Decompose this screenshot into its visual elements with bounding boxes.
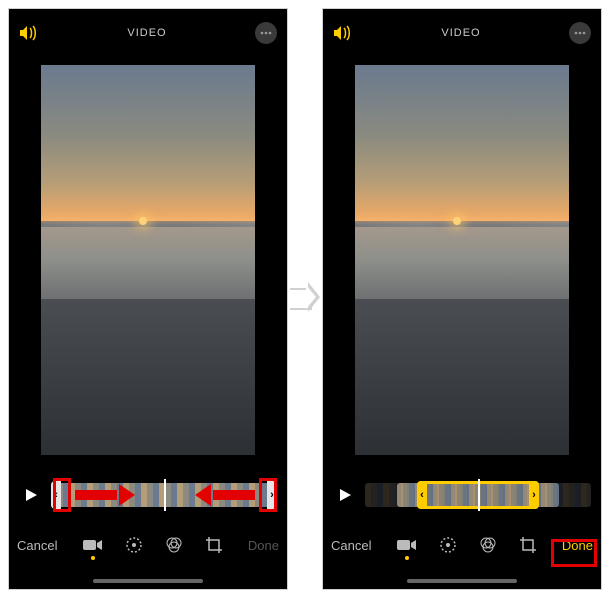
bottom-toolbar: Cancel Done — [9, 527, 287, 563]
annotation-left-handle-box — [53, 478, 71, 512]
filters-icon[interactable] — [165, 536, 183, 554]
more-icon[interactable] — [569, 22, 591, 44]
play-button[interactable] — [19, 483, 43, 507]
playhead[interactable] — [478, 479, 480, 511]
crop-icon[interactable] — [205, 536, 223, 554]
playhead[interactable] — [164, 479, 166, 511]
video-icon[interactable] — [397, 538, 417, 552]
video-preview[interactable] — [355, 65, 569, 455]
play-button[interactable] — [333, 483, 357, 507]
cancel-button[interactable]: Cancel — [331, 538, 371, 553]
adjust-icon[interactable] — [439, 536, 457, 554]
more-icon[interactable] — [255, 22, 277, 44]
adjust-icon[interactable] — [125, 536, 143, 554]
video-icon[interactable] — [83, 538, 103, 552]
editor-screenshot-step1: VIDEO ‹ › Cancel — [8, 8, 288, 590]
crop-icon[interactable] — [519, 536, 537, 554]
top-bar: VIDEO — [9, 9, 287, 57]
volume-icon[interactable] — [19, 25, 39, 41]
video-preview[interactable] — [41, 65, 255, 455]
mode-title: VIDEO — [441, 27, 480, 39]
mode-title: VIDEO — [127, 27, 166, 39]
home-indicator — [93, 579, 203, 583]
top-bar: VIDEO — [323, 9, 601, 57]
annotation-arrow-right — [75, 484, 135, 506]
annotation-arrow-left — [195, 484, 255, 506]
cancel-button[interactable]: Cancel — [17, 538, 57, 553]
trim-handle-right[interactable]: › — [529, 481, 539, 509]
trim-strip[interactable]: ‹ › — [365, 481, 591, 509]
editor-screenshot-step2: VIDEO ‹ › Cancel — [322, 8, 602, 590]
volume-icon[interactable] — [333, 25, 353, 41]
done-button[interactable]: Done — [248, 538, 279, 553]
timeline-row: ‹ › — [333, 481, 591, 509]
annotation-right-handle-box — [259, 478, 277, 512]
home-indicator — [407, 579, 517, 583]
filters-icon[interactable] — [479, 536, 497, 554]
trim-handle-left[interactable]: ‹ — [417, 481, 427, 509]
annotation-done-box — [551, 539, 597, 567]
step-arrow-icon — [290, 280, 318, 314]
